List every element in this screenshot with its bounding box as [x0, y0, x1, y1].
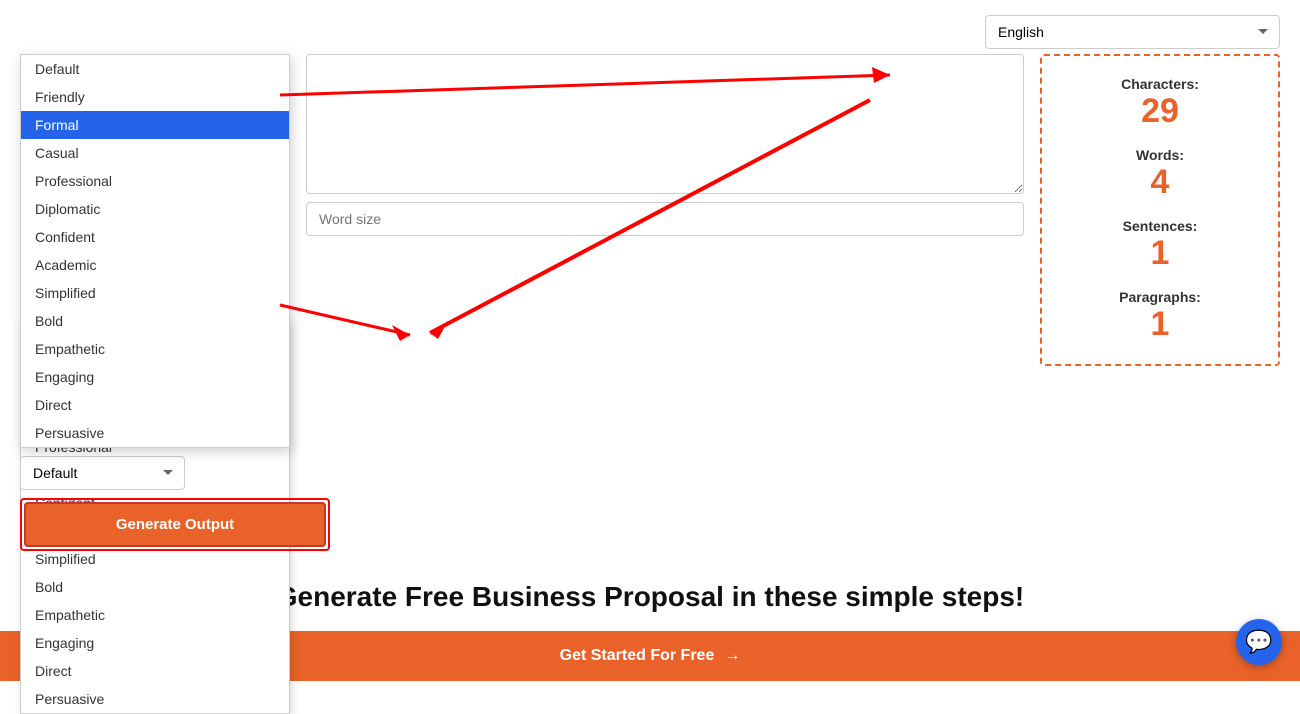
- words-label: Words:: [1057, 147, 1263, 163]
- di-confident[interactable]: Confident: [21, 223, 289, 251]
- left-controls: Default Friendly Formal Casual Professio…: [20, 54, 290, 551]
- di-casual[interactable]: Casual: [21, 139, 289, 167]
- di-professional[interactable]: Professional: [21, 167, 289, 195]
- stat-words: Words: 4: [1057, 147, 1263, 202]
- words-value: 4: [1057, 163, 1263, 202]
- sentences-value: 1: [1057, 234, 1263, 273]
- characters-label: Characters:: [1057, 76, 1263, 92]
- paragraphs-label: Paragraphs:: [1057, 289, 1263, 305]
- main-textarea[interactable]: [306, 54, 1024, 194]
- stat-paragraphs: Paragraphs: 1: [1057, 289, 1263, 344]
- language-select[interactable]: English Spanish French: [985, 15, 1280, 49]
- tone-default-select-bottom[interactable]: Default: [20, 456, 185, 490]
- word-size-row: [306, 202, 1024, 236]
- di-formal[interactable]: Formal: [21, 111, 289, 139]
- chat-button[interactable]: 💬: [1236, 619, 1282, 665]
- dropdown-item-direct[interactable]: Direct: [21, 657, 289, 685]
- generate-button-section: Generate Output: [20, 498, 290, 551]
- characters-value: 29: [1057, 92, 1263, 131]
- dropdown-item-engaging[interactable]: Engaging: [21, 629, 289, 657]
- di-bold[interactable]: Bold: [21, 307, 289, 335]
- stat-sentences: Sentences: 1: [1057, 218, 1263, 273]
- di-simplified[interactable]: Simplified: [21, 279, 289, 307]
- di-default[interactable]: Default: [21, 55, 289, 83]
- paragraphs-value: 1: [1057, 305, 1263, 344]
- di-empathetic[interactable]: Empathetic: [21, 335, 289, 363]
- stat-characters: Characters: 29: [1057, 76, 1263, 131]
- sentences-label: Sentences:: [1057, 218, 1263, 234]
- di-diplomatic[interactable]: Diplomatic: [21, 195, 289, 223]
- di-direct[interactable]: Direct: [21, 391, 289, 419]
- dropdown-item-persuasive[interactable]: Persuasive: [21, 685, 289, 713]
- center-panel: [306, 54, 1024, 236]
- generate-output-button[interactable]: Generate Output: [24, 502, 326, 547]
- di-academic[interactable]: Academic: [21, 251, 289, 279]
- di-engaging[interactable]: Engaging: [21, 363, 289, 391]
- dropdown-item-bold[interactable]: Bold: [21, 573, 289, 601]
- dropdown-item-empathetic[interactable]: Empathetic: [21, 601, 289, 629]
- word-size-input[interactable]: [306, 202, 1024, 236]
- tone-select-dropdown: Default Friendly Formal Casual Professio…: [20, 54, 290, 448]
- di-friendly[interactable]: Friendly: [21, 83, 289, 111]
- di-persuasive[interactable]: Persuasive: [21, 419, 289, 447]
- stats-panel-right: Characters: 29 Words: 4 Sentences: 1 Par…: [1040, 54, 1280, 366]
